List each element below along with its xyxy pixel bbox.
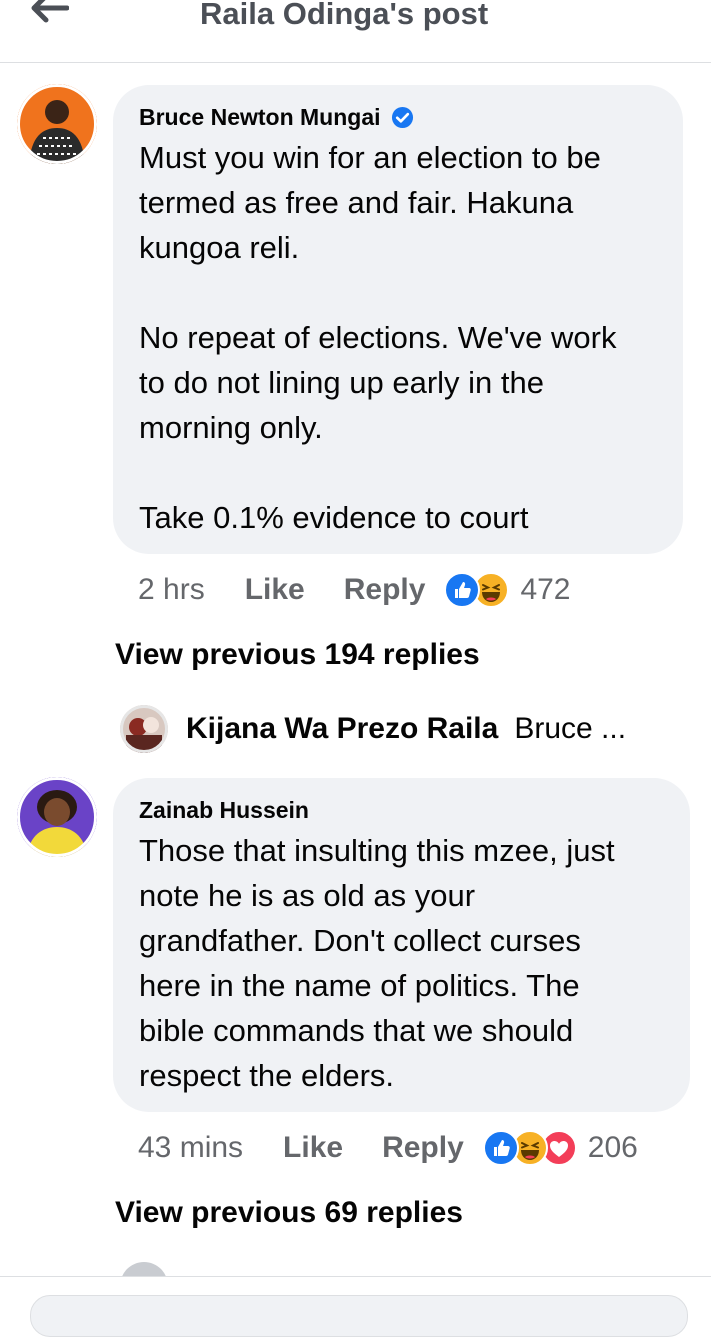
like-reaction-icon [482, 1130, 519, 1166]
avatar-kijana-wa-prezo-raila [120, 705, 168, 753]
like-button[interactable]: Like [245, 573, 305, 607]
comment-timestamp: 43 mins [138, 1131, 244, 1164]
reply-button[interactable]: Reply [382, 1131, 464, 1165]
reactions-summary[interactable] [444, 572, 510, 608]
reply-snippet: Bruce ... [514, 712, 627, 745]
reaction-count: 206 [587, 1131, 638, 1164]
arrow-left-icon [31, 0, 69, 23]
verified-badge-icon [391, 106, 413, 128]
comment-actions: 43 mins Like Reply 206 [138, 1126, 638, 1170]
comment-actions: 2 hrs Like Reply 472 [138, 568, 571, 612]
comment-input[interactable] [30, 1295, 688, 1337]
avatar-bruce-newton-mungai[interactable] [17, 84, 97, 164]
reply-button[interactable]: Reply [344, 573, 426, 607]
latest-reply-preview[interactable]: Kijana Wa Prezo Raila Bruce ... [120, 705, 626, 753]
avatar-zainab-hussein[interactable] [17, 777, 97, 857]
profile-photo [17, 777, 97, 857]
reactions-summary[interactable] [482, 1130, 577, 1166]
comment-text: Must you win for an election to be terme… [139, 140, 617, 535]
like-reaction-icon [444, 572, 481, 608]
comment-text: Those that insulting this mzee, just not… [139, 833, 615, 1093]
top-bar: Raila Odinga's post [0, 0, 711, 63]
comment-timestamp: 2 hrs [138, 573, 205, 606]
comment-author[interactable]: Zainab Hussein [139, 797, 309, 824]
comment-bubble: Bruce Newton Mungai Must you win for an … [113, 85, 683, 554]
reaction-count: 472 [520, 573, 571, 606]
page-title: Raila Odinga's post [200, 0, 489, 31]
comment-bubble: Zainab Hussein Those that insulting this… [113, 778, 690, 1112]
back-button[interactable] [24, 0, 74, 28]
reply-author: Kijana Wa Prezo Raila [186, 712, 499, 745]
comment-author[interactable]: Bruce Newton Mungai [139, 104, 381, 131]
profile-photo [17, 84, 97, 164]
like-button[interactable]: Like [283, 1131, 343, 1165]
view-previous-replies-link[interactable]: View previous 69 replies [115, 1196, 463, 1230]
comment-composer [0, 1276, 711, 1337]
view-previous-replies-link[interactable]: View previous 194 replies [115, 638, 480, 672]
